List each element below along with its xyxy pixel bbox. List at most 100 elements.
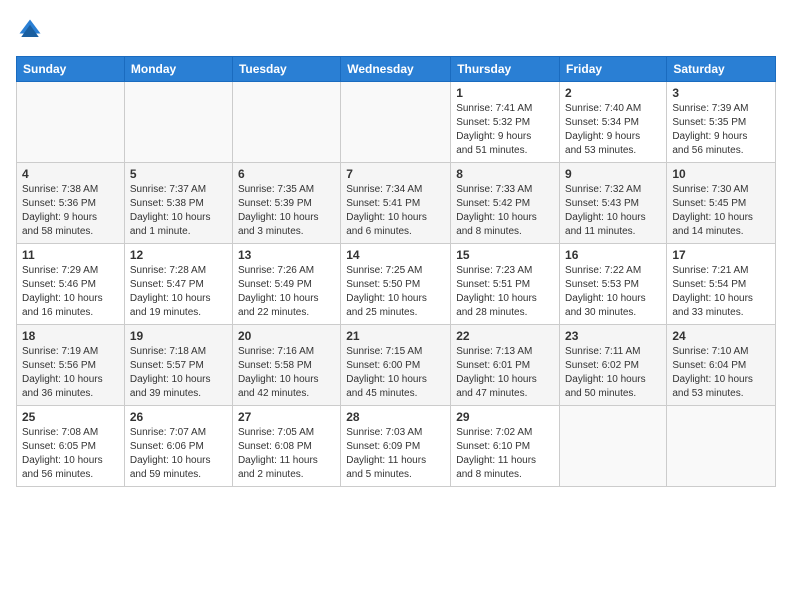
day-info: Sunrise: 7:05 AM Sunset: 6:08 PM Dayligh…	[238, 426, 335, 482]
col-header-tuesday: Tuesday	[232, 57, 340, 82]
day-info: Sunrise: 7:38 AM Sunset: 5:36 PM Dayligh…	[22, 183, 119, 239]
day-number: 13	[238, 248, 335, 262]
calendar-cell: 25 Sunrise: 7:08 AM Sunset: 6:05 PM Dayli…	[17, 406, 125, 487]
calendar-cell: 21Sunrise: 7:15 AM Sunset: 6:00 PM Dayli…	[341, 325, 451, 406]
day-info: Sunrise: 7:02 AM Sunset: 6:10 PM Dayligh…	[456, 426, 554, 482]
calendar-cell: 9 Sunrise: 7:32 AM Sunset: 5:43 PM Daylig…	[560, 163, 667, 244]
day-number: 28	[346, 410, 445, 424]
day-info: Sunrise: 7:15 AM Sunset: 6:00 PM Dayligh…	[346, 345, 445, 401]
calendar-cell: 29 Sunrise: 7:02 AM Sunset: 6:10 PM Dayli…	[451, 406, 560, 487]
day-number: 9	[565, 167, 661, 181]
header	[16, 16, 776, 44]
day-number: 2	[565, 86, 661, 100]
day-info: Sunrise: 7:11 AM Sunset: 6:02 PM Dayligh…	[565, 345, 661, 401]
calendar-cell	[232, 82, 340, 163]
day-number: 1	[456, 86, 554, 100]
calendar-week-4: 18 Sunrise: 7:19 AM Sunset: 5:56 PM Dayli…	[17, 325, 776, 406]
day-info: Sunrise: 7:18 AM Sunset: 5:57 PM Dayligh…	[130, 345, 227, 401]
day-info: Sunrise: 7:10 AM Sunset: 6:04 PM Dayligh…	[672, 345, 770, 401]
day-number: 24	[672, 329, 770, 343]
day-info: Sunrise: 7:34 AM Sunset: 5:41 PM Dayligh…	[346, 183, 445, 239]
calendar: SundayMondayTuesdayWednesdayThursdayFrid…	[16, 56, 776, 487]
calendar-cell: 24 Sunrise: 7:10 AM Sunset: 6:04 PM Dayli…	[667, 325, 776, 406]
calendar-cell	[560, 406, 667, 487]
calendar-cell: 28 Sunrise: 7:03 AM Sunset: 6:09 PM Dayli…	[341, 406, 451, 487]
calendar-cell: 15 Sunrise: 7:23 AM Sunset: 5:51 PM Dayli…	[451, 244, 560, 325]
day-number: 17	[672, 248, 770, 262]
calendar-cell: 3 Sunrise: 7:39 AM Sunset: 5:35 PM Daylig…	[667, 82, 776, 163]
day-info: Sunrise: 7:28 AM Sunset: 5:47 PM Dayligh…	[130, 264, 227, 320]
day-info: Sunrise: 7:21 AM Sunset: 5:54 PM Dayligh…	[672, 264, 770, 320]
calendar-cell: 10 Sunrise: 7:30 AM Sunset: 5:45 PM Dayli…	[667, 163, 776, 244]
page: SundayMondayTuesdayWednesdayThursdayFrid…	[0, 0, 792, 612]
day-info: Sunrise: 7:03 AM Sunset: 6:09 PM Dayligh…	[346, 426, 445, 482]
calendar-cell: 18 Sunrise: 7:19 AM Sunset: 5:56 PM Dayli…	[17, 325, 125, 406]
calendar-cell: 5 Sunrise: 7:37 AM Sunset: 5:38 PM Daylig…	[124, 163, 232, 244]
day-number: 22	[456, 329, 554, 343]
col-header-wednesday: Wednesday	[341, 57, 451, 82]
day-number: 10	[672, 167, 770, 181]
day-number: 20	[238, 329, 335, 343]
calendar-cell: 16 Sunrise: 7:22 AM Sunset: 5:53 PM Dayli…	[560, 244, 667, 325]
day-number: 14	[346, 248, 445, 262]
day-number: 29	[456, 410, 554, 424]
day-number: 3	[672, 86, 770, 100]
day-info: Sunrise: 7:25 AM Sunset: 5:50 PM Dayligh…	[346, 264, 445, 320]
calendar-cell: 7 Sunrise: 7:34 AM Sunset: 5:41 PM Daylig…	[341, 163, 451, 244]
day-number: 8	[456, 167, 554, 181]
calendar-cell: 12 Sunrise: 7:28 AM Sunset: 5:47 PM Dayli…	[124, 244, 232, 325]
col-header-thursday: Thursday	[451, 57, 560, 82]
calendar-cell: 4Sunrise: 7:38 AM Sunset: 5:36 PM Daylig…	[17, 163, 125, 244]
calendar-cell: 11Sunrise: 7:29 AM Sunset: 5:46 PM Dayli…	[17, 244, 125, 325]
day-info: Sunrise: 7:08 AM Sunset: 6:05 PM Dayligh…	[22, 426, 119, 482]
day-info: Sunrise: 7:32 AM Sunset: 5:43 PM Dayligh…	[565, 183, 661, 239]
calendar-cell: 13Sunrise: 7:26 AM Sunset: 5:49 PM Dayli…	[232, 244, 340, 325]
calendar-cell: 27Sunrise: 7:05 AM Sunset: 6:08 PM Dayli…	[232, 406, 340, 487]
day-number: 18	[22, 329, 119, 343]
day-number: 26	[130, 410, 227, 424]
calendar-cell: 23 Sunrise: 7:11 AM Sunset: 6:02 PM Dayli…	[560, 325, 667, 406]
col-header-friday: Friday	[560, 57, 667, 82]
calendar-cell: 17 Sunrise: 7:21 AM Sunset: 5:54 PM Dayli…	[667, 244, 776, 325]
day-number: 15	[456, 248, 554, 262]
calendar-cell: 1Sunrise: 7:41 AM Sunset: 5:32 PM Daylig…	[451, 82, 560, 163]
day-info: Sunrise: 7:30 AM Sunset: 5:45 PM Dayligh…	[672, 183, 770, 239]
day-number: 7	[346, 167, 445, 181]
day-number: 12	[130, 248, 227, 262]
day-number: 25	[22, 410, 119, 424]
day-info: Sunrise: 7:39 AM Sunset: 5:35 PM Dayligh…	[672, 102, 770, 158]
day-number: 19	[130, 329, 227, 343]
calendar-week-1: 1Sunrise: 7:41 AM Sunset: 5:32 PM Daylig…	[17, 82, 776, 163]
col-header-monday: Monday	[124, 57, 232, 82]
day-info: Sunrise: 7:13 AM Sunset: 6:01 PM Dayligh…	[456, 345, 554, 401]
day-number: 5	[130, 167, 227, 181]
day-info: Sunrise: 7:22 AM Sunset: 5:53 PM Dayligh…	[565, 264, 661, 320]
calendar-cell: 20 Sunrise: 7:16 AM Sunset: 5:58 PM Dayli…	[232, 325, 340, 406]
day-info: Sunrise: 7:33 AM Sunset: 5:42 PM Dayligh…	[456, 183, 554, 239]
day-number: 23	[565, 329, 661, 343]
calendar-week-2: 4Sunrise: 7:38 AM Sunset: 5:36 PM Daylig…	[17, 163, 776, 244]
day-info: Sunrise: 7:07 AM Sunset: 6:06 PM Dayligh…	[130, 426, 227, 482]
day-info: Sunrise: 7:16 AM Sunset: 5:58 PM Dayligh…	[238, 345, 335, 401]
calendar-cell: 22 Sunrise: 7:13 AM Sunset: 6:01 PM Dayli…	[451, 325, 560, 406]
calendar-cell	[667, 406, 776, 487]
calendar-cell	[17, 82, 125, 163]
calendar-cell: 6Sunrise: 7:35 AM Sunset: 5:39 PM Daylig…	[232, 163, 340, 244]
day-info: Sunrise: 7:35 AM Sunset: 5:39 PM Dayligh…	[238, 183, 335, 239]
calendar-cell: 2 Sunrise: 7:40 AM Sunset: 5:34 PM Daylig…	[560, 82, 667, 163]
calendar-header-row: SundayMondayTuesdayWednesdayThursdayFrid…	[17, 57, 776, 82]
day-info: Sunrise: 7:19 AM Sunset: 5:56 PM Dayligh…	[22, 345, 119, 401]
col-header-sunday: Sunday	[17, 57, 125, 82]
calendar-week-3: 11Sunrise: 7:29 AM Sunset: 5:46 PM Dayli…	[17, 244, 776, 325]
calendar-cell: 14 Sunrise: 7:25 AM Sunset: 5:50 PM Dayli…	[341, 244, 451, 325]
calendar-cell	[341, 82, 451, 163]
logo-icon	[16, 16, 44, 44]
day-info: Sunrise: 7:37 AM Sunset: 5:38 PM Dayligh…	[130, 183, 227, 239]
day-info: Sunrise: 7:29 AM Sunset: 5:46 PM Dayligh…	[22, 264, 119, 320]
day-info: Sunrise: 7:23 AM Sunset: 5:51 PM Dayligh…	[456, 264, 554, 320]
logo	[16, 16, 48, 44]
calendar-week-5: 25 Sunrise: 7:08 AM Sunset: 6:05 PM Dayli…	[17, 406, 776, 487]
calendar-cell: 19 Sunrise: 7:18 AM Sunset: 5:57 PM Dayli…	[124, 325, 232, 406]
day-info: Sunrise: 7:40 AM Sunset: 5:34 PM Dayligh…	[565, 102, 661, 158]
day-number: 16	[565, 248, 661, 262]
